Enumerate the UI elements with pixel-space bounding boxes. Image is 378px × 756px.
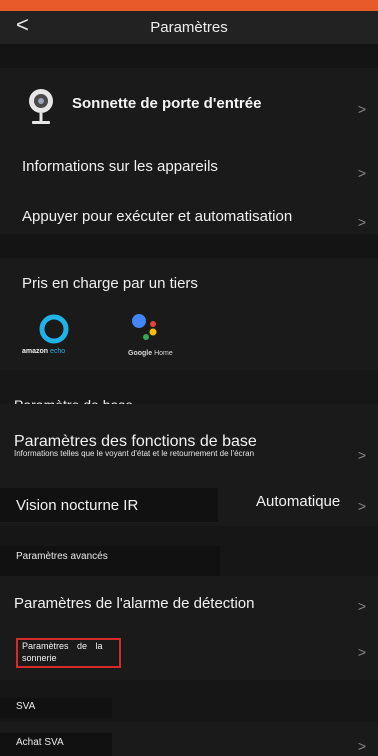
google-home-label: Google Home [128,350,173,357]
page-title: Paramètres [150,19,228,36]
spacer-band [0,234,378,258]
amazon-echo-icon[interactable] [38,313,70,345]
google-label-strong: Google [128,350,153,357]
automation-row[interactable] [0,180,378,234]
ringtone-label-line2: sonnerie [22,653,57,663]
google-home-icon[interactable] [128,310,164,346]
chevron-right-icon: > [357,447,366,463]
chevron-right-icon: > [357,644,366,660]
device-info-label: Informations sur les appareils [22,158,218,175]
amazon-label-light: echo [48,348,66,355]
automation-label: Appuyer pour exécuter et automatisation [22,208,293,225]
amazon-echo-label: amazon echo [22,348,65,355]
device-name: Sonnette de porte d'entrée [72,95,262,112]
night-vision-value: Automatique [256,493,341,510]
chevron-right-icon: > [357,738,366,754]
top-accent-bar [0,0,378,11]
chevron-right-icon: > [357,165,366,181]
google-label-light: Home [152,350,173,357]
detection-alarm-label: Paramètres de l'alarme de détection [14,595,255,612]
basic-functions-subtitle: Informations telles que le voyant d'état… [14,449,255,458]
buy-sva-label: Achat SVA [16,737,64,748]
chevron-right-icon: > [357,214,366,230]
third-party-label: Pris en charge par un tiers [22,275,198,292]
chevron-right-icon: > [357,598,366,614]
spacer-band [0,44,378,68]
chevron-right-icon: > [357,498,366,514]
night-vision-label: Vision nocturne IR [16,497,139,514]
sva-section-label: SVA [16,701,36,712]
camera-icon [29,89,53,124]
ringtone-label-line1: Paramètres de la [22,641,103,651]
advanced-section-label: Paramètres avancés [16,551,108,562]
chevron-right-icon: > [357,101,366,117]
amazon-label-strong: amazon [22,348,49,355]
